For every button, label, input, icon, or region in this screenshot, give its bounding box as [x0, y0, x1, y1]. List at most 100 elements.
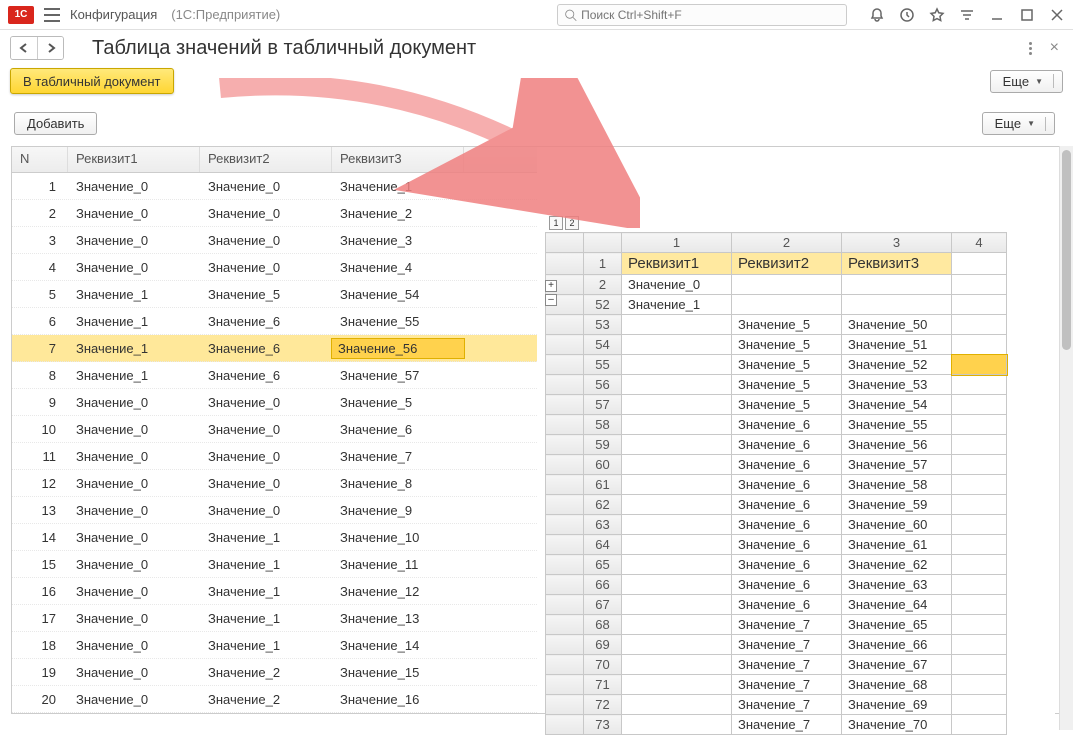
row-head[interactable]: 66 — [584, 575, 622, 595]
panel-close-icon[interactable]: × — [1046, 39, 1063, 57]
cell[interactable]: Значение_7 — [732, 695, 842, 715]
bell-icon[interactable] — [869, 7, 885, 23]
row-head[interactable]: 56 — [584, 375, 622, 395]
search-input[interactable] — [581, 8, 840, 22]
cell[interactable] — [952, 535, 1007, 555]
cell[interactable] — [622, 375, 732, 395]
table-row[interactable]: 17Значение_0Значение_1Значение_13 — [12, 605, 537, 632]
row-head[interactable]: 62 — [584, 495, 622, 515]
outline-level-1[interactable]: 1 — [549, 216, 563, 230]
sheet-row[interactable]: 58Значение_6Значение_55 — [546, 415, 1007, 435]
col-head[interactable]: 2 — [732, 233, 842, 253]
nav-back-button[interactable] — [11, 37, 37, 59]
table-row[interactable]: 11Значение_0Значение_0Значение_7 — [12, 443, 537, 470]
cell[interactable] — [952, 275, 1007, 295]
header-cell[interactable]: Реквизит3 — [842, 253, 952, 275]
row-head[interactable]: 72 — [584, 695, 622, 715]
cell[interactable] — [952, 615, 1007, 635]
sheet-row[interactable]: 67Значение_6Значение_64 — [546, 595, 1007, 615]
sheet-row[interactable]: 54Значение_5Значение_51 — [546, 335, 1007, 355]
cell[interactable] — [952, 455, 1007, 475]
sheet-row[interactable]: 59 Значение_6Значение_56 — [546, 435, 1007, 455]
cell[interactable] — [622, 315, 732, 335]
row-head[interactable]: 55 — [584, 355, 622, 375]
cell[interactable] — [622, 415, 732, 435]
row-head[interactable]: 59 — [584, 435, 622, 455]
row-head[interactable]: 73 — [584, 715, 622, 735]
sheet-row[interactable]: 68Значение_7Значение_65 — [546, 615, 1007, 635]
cell[interactable] — [732, 295, 842, 315]
cell[interactable] — [842, 295, 952, 315]
cell[interactable]: Значение_5 — [732, 335, 842, 355]
cell[interactable]: Значение_7 — [732, 635, 842, 655]
cell[interactable]: Значение_5 — [732, 315, 842, 335]
cell[interactable] — [952, 355, 1007, 375]
cell[interactable] — [952, 375, 1007, 395]
outline-level-2[interactable]: 2 — [565, 216, 579, 230]
cell[interactable]: Значение_6 — [732, 455, 842, 475]
table-row[interactable]: 18Значение_0Значение_1Значение_14 — [12, 632, 537, 659]
row-head[interactable]: 52 — [584, 295, 622, 315]
cell[interactable] — [952, 555, 1007, 575]
cell[interactable]: Значение_6 — [732, 575, 842, 595]
col-header-r1[interactable]: Реквизит1 — [68, 147, 200, 172]
header-cell[interactable]: Реквизит2 — [732, 253, 842, 275]
cell[interactable] — [622, 455, 732, 475]
cell[interactable]: Значение_1 — [622, 295, 732, 315]
cell[interactable]: Значение_51 — [842, 335, 952, 355]
cell[interactable] — [952, 295, 1007, 315]
cell[interactable] — [622, 695, 732, 715]
sheet-row[interactable]: 55Значение_5Значение_52 — [546, 355, 1007, 375]
table-row[interactable]: 5Значение_1Значение_5Значение_54 — [12, 281, 537, 308]
cell[interactable] — [952, 515, 1007, 535]
global-search[interactable] — [557, 4, 847, 26]
row-head[interactable]: 69 — [584, 635, 622, 655]
history-icon[interactable] — [899, 7, 915, 23]
cell[interactable] — [952, 475, 1007, 495]
sheet-row[interactable]: 65Значение_6Значение_62 — [546, 555, 1007, 575]
cell[interactable] — [622, 335, 732, 355]
table-row[interactable]: 1Значение_0Значение_0Значение_1 — [12, 173, 537, 200]
filter-icon[interactable] — [959, 7, 975, 23]
table-row[interactable]: 4Значение_0Значение_0Значение_4 — [12, 254, 537, 281]
cell[interactable]: Значение_6 — [732, 435, 842, 455]
row-head[interactable]: 64 — [584, 535, 622, 555]
cell[interactable] — [622, 395, 732, 415]
cell[interactable]: Значение_6 — [732, 555, 842, 575]
cell[interactable] — [732, 275, 842, 295]
cell[interactable]: Значение_6 — [732, 475, 842, 495]
cell[interactable]: Значение_65 — [842, 615, 952, 635]
table-row[interactable]: 3Значение_0Значение_0Значение_3 — [12, 227, 537, 254]
cell[interactable] — [952, 335, 1007, 355]
cell[interactable] — [622, 515, 732, 535]
row-head[interactable]: 68 — [584, 615, 622, 635]
star-icon[interactable] — [929, 7, 945, 23]
sheet-row[interactable]: 63Значение_6Значение_60 — [546, 515, 1007, 535]
cell[interactable] — [952, 395, 1007, 415]
sheet-row[interactable]: 56Значение_5Значение_53 — [546, 375, 1007, 395]
cell[interactable]: Значение_64 — [842, 595, 952, 615]
table-row[interactable]: 12Значение_0Значение_0Значение_8 — [12, 470, 537, 497]
row-head[interactable]: 63 — [584, 515, 622, 535]
cell[interactable]: Значение_7 — [732, 715, 842, 735]
cell[interactable]: Значение_61 — [842, 535, 952, 555]
table-row[interactable]: 10Значение_0Значение_0Значение_6 — [12, 416, 537, 443]
table-row[interactable]: 9Значение_0Значение_0Значение_5 — [12, 389, 537, 416]
cell[interactable]: Значение_56 — [842, 435, 952, 455]
cell[interactable]: Значение_52 — [842, 355, 952, 375]
cell[interactable] — [622, 555, 732, 575]
cell[interactable] — [952, 575, 1007, 595]
cell[interactable]: Значение_70 — [842, 715, 952, 735]
col-head[interactable]: 4 — [952, 233, 1007, 253]
cell[interactable]: Значение_66 — [842, 635, 952, 655]
cell[interactable] — [952, 435, 1007, 455]
cell[interactable] — [622, 675, 732, 695]
sheet-row[interactable]: 62Значение_6Значение_59 — [546, 495, 1007, 515]
cell[interactable]: Значение_7 — [732, 675, 842, 695]
cell[interactable]: Значение_5 — [732, 375, 842, 395]
cell[interactable] — [952, 415, 1007, 435]
header-cell[interactable]: Реквизит1 — [622, 253, 732, 275]
cell[interactable] — [622, 595, 732, 615]
corner-cell[interactable] — [584, 233, 622, 253]
table-row[interactable]: 15Значение_0Значение_1Значение_11 — [12, 551, 537, 578]
